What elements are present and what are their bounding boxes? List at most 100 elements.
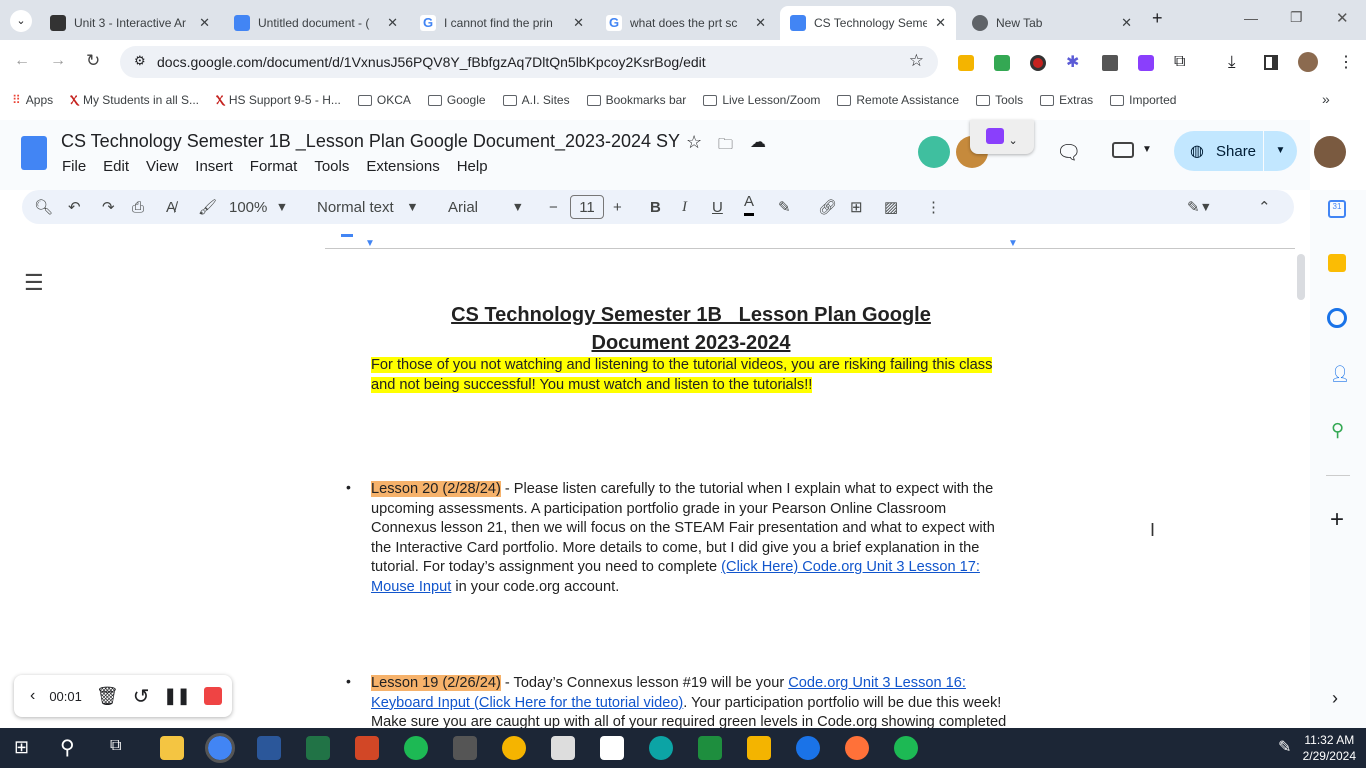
- insert-link-icon[interactable]: 🔗︎: [818, 190, 837, 224]
- more-bookmarks-icon[interactable]: »: [1322, 91, 1330, 107]
- close-tab-icon[interactable]: ✕: [573, 15, 584, 31]
- download-icon[interactable]: ⤓: [1228, 52, 1236, 72]
- snipping-tool-icon[interactable]: [453, 736, 477, 760]
- redo-icon[interactable]: ↷: [102, 190, 115, 224]
- bookmark-folder[interactable]: Tools: [976, 93, 1023, 107]
- menu-extensions[interactable]: Extensions: [366, 158, 439, 175]
- collapse-icon[interactable]: ‹: [30, 687, 35, 705]
- app-icon[interactable]: [747, 736, 771, 760]
- spotify-icon[interactable]: [404, 736, 428, 760]
- bookmark-item[interactable]: Ⲭ My Students in all S...: [70, 93, 199, 108]
- powerpoint-icon[interactable]: [355, 736, 379, 760]
- bookmark-folder[interactable]: Extras: [1040, 93, 1093, 107]
- highlight-icon[interactable]: ✎: [778, 190, 791, 224]
- bookmark-folder[interactable]: A.I. Sites: [502, 93, 570, 107]
- bookmark-folder[interactable]: Google: [427, 93, 486, 107]
- font-select[interactable]: Arial ▼: [448, 190, 524, 224]
- close-window-button[interactable]: ✕: [1336, 9, 1349, 27]
- extension-icon[interactable]: ✱: [1066, 55, 1082, 71]
- extension-icon[interactable]: [994, 55, 1010, 71]
- left-indent-marker[interactable]: ▼: [365, 238, 375, 249]
- forward-icon[interactable]: →: [50, 52, 66, 70]
- font-size-input[interactable]: 11: [570, 195, 604, 219]
- close-tab-icon[interactable]: ✕: [199, 15, 210, 31]
- tab[interactable]: Untitled document - (✕: [224, 6, 408, 40]
- tasks-icon[interactable]: [1327, 308, 1347, 328]
- move-folder-icon[interactable]: 🗀: [718, 134, 733, 159]
- tab[interactable]: New Tab ✕: [962, 6, 1142, 40]
- reload-icon[interactable]: ↻: [86, 51, 100, 71]
- record-extension-icon[interactable]: [1030, 55, 1046, 71]
- menu-insert[interactable]: Insert: [195, 158, 233, 175]
- edge-icon[interactable]: [649, 736, 673, 760]
- keep-icon[interactable]: [1328, 254, 1346, 272]
- chrome-menu-icon[interactable]: ⋮: [1338, 52, 1354, 72]
- more-options-icon[interactable]: ⋮: [926, 190, 941, 224]
- bookmark-folder[interactable]: Imported: [1110, 93, 1176, 107]
- bookmark-folder[interactable]: Bookmarks bar: [586, 93, 686, 107]
- spellcheck-icon[interactable]: A̸: [166, 190, 176, 224]
- bookmark-folder[interactable]: Live Lesson/Zoom: [703, 93, 820, 107]
- firefox-icon[interactable]: [845, 736, 869, 760]
- minimize-button[interactable]: —: [1244, 10, 1258, 26]
- menu-format[interactable]: Format: [250, 158, 298, 175]
- tab-active[interactable]: CS Technology Semes ✕: [780, 6, 956, 40]
- meet-icon[interactable]: [1112, 142, 1134, 158]
- extension-popup-button[interactable]: ⌄: [970, 120, 1034, 154]
- close-tab-icon[interactable]: ✕: [935, 15, 946, 31]
- calendar-icon[interactable]: 31: [1328, 200, 1346, 218]
- tab-search-button[interactable]: ⌄: [10, 10, 32, 32]
- restart-icon[interactable]: ↺: [133, 684, 150, 709]
- decrease-font-size-icon[interactable]: −: [549, 190, 558, 224]
- bookmark-star-icon[interactable]: ☆: [909, 51, 924, 71]
- text-color-icon[interactable]: A: [744, 190, 755, 216]
- paint-format-icon[interactable]: 🖌︎: [198, 190, 217, 224]
- app-icon[interactable]: [551, 736, 575, 760]
- new-tab-button[interactable]: +: [1152, 8, 1163, 29]
- insert-image-icon[interactable]: ▨: [884, 190, 898, 224]
- star-icon[interactable]: ☆: [686, 132, 702, 153]
- search-icon[interactable]: ⚲: [60, 735, 75, 760]
- menu-file[interactable]: File: [62, 158, 86, 175]
- tab[interactable]: Unit 3 - Interactive Ar ✕: [40, 6, 220, 40]
- scrollbar-thumb[interactable]: [1297, 254, 1305, 300]
- tab[interactable]: G I cannot find the prin ✕: [410, 6, 594, 40]
- bookmark-folder[interactable]: OKCA: [357, 93, 411, 107]
- document-outline-icon[interactable]: ☰: [24, 270, 44, 296]
- spotify-icon[interactable]: [894, 736, 918, 760]
- extension-icon[interactable]: [1138, 55, 1154, 71]
- menu-edit[interactable]: Edit: [103, 158, 129, 175]
- editing-mode-icon[interactable]: ✎ ▼: [1187, 190, 1212, 224]
- windows-start-icon[interactable]: ⊞: [14, 737, 29, 758]
- search-menus-icon[interactable]: 🔍︎: [34, 190, 53, 224]
- notepad-icon[interactable]: [600, 736, 624, 760]
- extensions-puzzle-icon[interactable]: ⧉: [1174, 53, 1185, 71]
- profile-avatar[interactable]: [1298, 52, 1318, 72]
- app-icon[interactable]: [698, 736, 722, 760]
- bookmark-folder[interactable]: Remote Assistance: [837, 93, 959, 107]
- menu-view[interactable]: View: [146, 158, 178, 175]
- print-icon[interactable]: ⎙: [132, 190, 144, 224]
- menu-help[interactable]: Help: [457, 158, 488, 175]
- expand-panel-icon[interactable]: ›: [1332, 688, 1338, 709]
- undo-icon[interactable]: ↶: [68, 190, 81, 224]
- document-title[interactable]: CS Technology Semester 1B _Lesson Plan G…: [61, 131, 680, 152]
- stop-icon[interactable]: [204, 687, 223, 705]
- chrome-taskbar-icon[interactable]: [205, 733, 235, 763]
- pause-icon[interactable]: ❚❚: [164, 686, 191, 706]
- pen-icon[interactable]: ✎: [1278, 737, 1291, 757]
- increase-font-size-icon[interactable]: +: [613, 190, 622, 224]
- add-comment-icon[interactable]: ⊞: [850, 190, 863, 224]
- delete-icon[interactable]: 🗑︎: [96, 686, 119, 707]
- back-icon[interactable]: ←: [14, 52, 30, 70]
- maps-icon[interactable]: ⚲: [1331, 420, 1344, 441]
- site-info-icon[interactable]: ⚙: [134, 53, 146, 69]
- comments-icon[interactable]: 🗨: [1056, 140, 1081, 165]
- italic-icon[interactable]: I: [682, 190, 687, 224]
- restore-button[interactable]: ❐: [1290, 9, 1303, 26]
- word-icon[interactable]: [257, 736, 281, 760]
- url-input[interactable]: docs.google.com/document/d/1VxnusJ56PQV8…: [120, 46, 938, 78]
- side-panel-icon[interactable]: [1264, 55, 1278, 70]
- bookmark-apps[interactable]: ⠿ Apps: [12, 93, 53, 107]
- task-view-icon[interactable]: ⧉: [110, 737, 121, 755]
